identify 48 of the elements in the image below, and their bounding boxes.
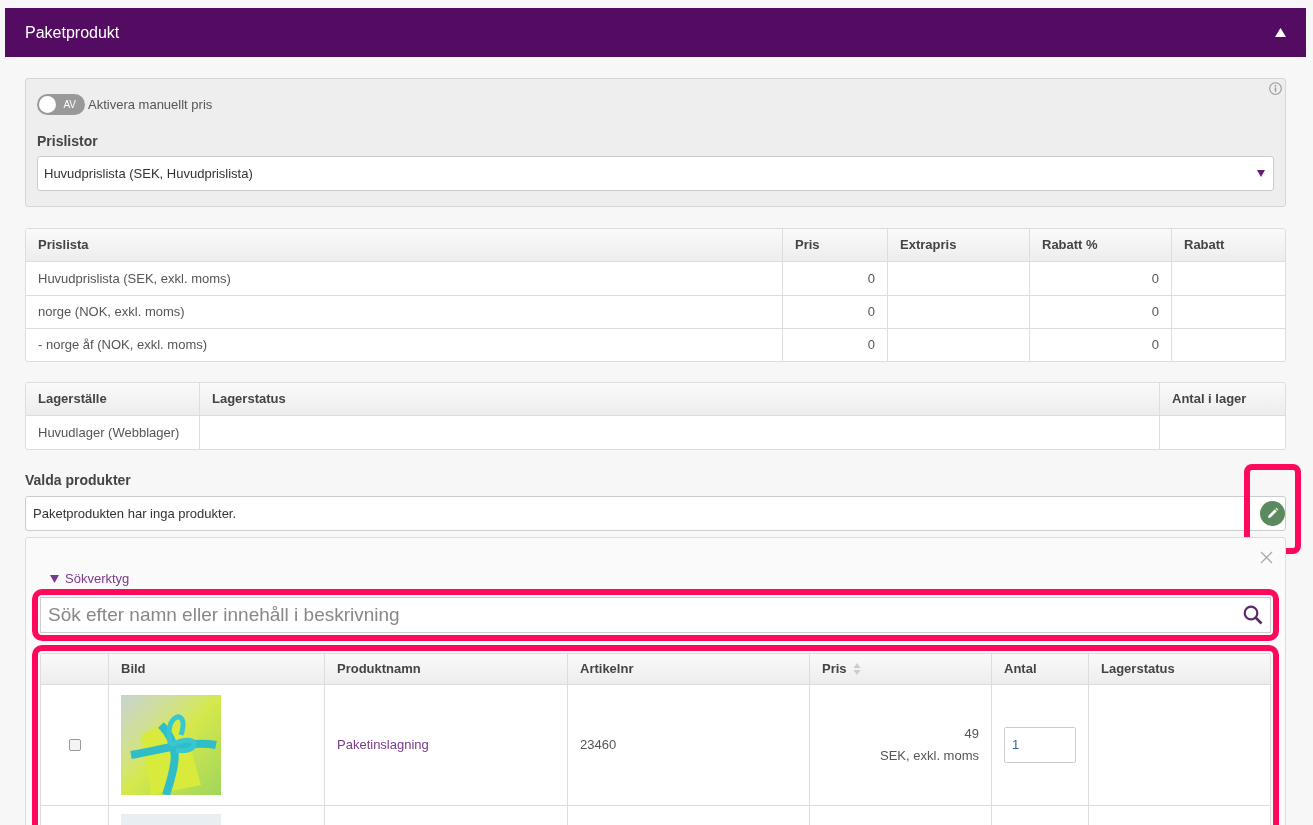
column-header: Antal i lager	[1159, 383, 1285, 415]
column-header: Rabatt %	[1029, 229, 1171, 261]
edit-button[interactable]	[1260, 501, 1285, 526]
table-cell-text: norge (NOK, exkl. moms)	[38, 303, 185, 322]
quantity-field[interactable]: 1	[1004, 726, 1076, 763]
sort-icon[interactable]	[852, 661, 861, 676]
info-icon[interactable]	[1269, 82, 1282, 95]
checkbox[interactable]	[68, 738, 81, 751]
search-field[interactable]: Sök efter namn eller innehåll i beskrivning	[40, 596, 1271, 633]
column-header: Lagerställe	[37, 390, 108, 409]
table-cell-text: SEK, exkl. moms	[880, 746, 979, 765]
field-label: Prislistor	[37, 132, 99, 151]
table-cell-text: - norge åf (NOK, exkl. moms)	[38, 336, 208, 355]
column-header: Lagerstatus	[1101, 659, 1175, 678]
caret-icon	[50, 574, 59, 583]
close-icon[interactable]	[1260, 551, 1273, 564]
column-header: Rabatt	[1171, 229, 1285, 261]
panel-header[interactable]: Paketprodukt	[5, 8, 1306, 57]
table-cell-text: Huvudprislista (SEK, exkl. moms)	[38, 269, 231, 288]
column-header: Lagerstatus	[199, 383, 1159, 415]
pencil-icon	[1266, 507, 1279, 520]
table-cell-text: 0	[867, 269, 875, 288]
table-cell-text: Huvudlager (Webblager)	[38, 423, 180, 442]
empty-products-message: Paketprodukten har inga produkter.	[33, 504, 237, 523]
table-cell-text: 0	[867, 336, 875, 355]
column-header: Produktnamn	[337, 659, 421, 678]
table-cell-text: 49	[964, 725, 979, 743]
field-label: Valda produkter	[25, 471, 132, 490]
column-header: Pris	[822, 659, 847, 678]
search-tools-toggle[interactable]: Sökverktyg	[40, 569, 1271, 589]
dropdown-caret-icon	[1257, 170, 1265, 177]
toggle-label: Aktivera manuellt pris	[88, 95, 213, 114]
table-cell-text: 23460	[580, 735, 617, 754]
table-cell-text: 0	[867, 303, 875, 322]
product-link[interactable]: Paketinslagning	[337, 734, 429, 755]
table-cell-text: 0	[1151, 269, 1159, 288]
panel-title: Paketprodukt	[25, 22, 120, 43]
table-cell-text: 0	[1151, 336, 1159, 355]
column-header: Prislista	[37, 236, 90, 255]
search-icon[interactable]	[1243, 604, 1263, 625]
column-header: Extrapris	[887, 229, 1029, 261]
column-header: Bild	[121, 659, 146, 678]
column-header: Artikelnr	[580, 659, 634, 678]
column-header: Antal	[1004, 659, 1037, 678]
collapse-caret-icon[interactable]	[1275, 28, 1286, 37]
table-cell-text: 0	[1151, 303, 1159, 322]
column-header: Pris	[782, 229, 887, 261]
price-list-select[interactable]: Huvudprislista (SEK, Huvudprislista)	[37, 156, 1274, 191]
